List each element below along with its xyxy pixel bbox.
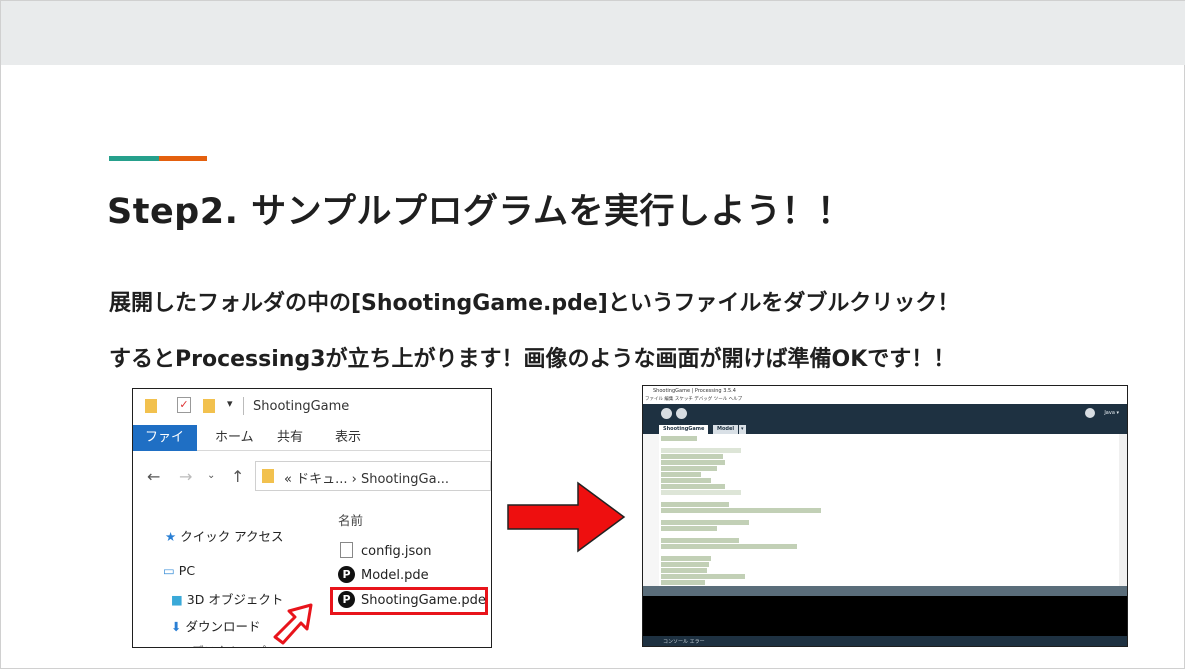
- line-gutter: [643, 434, 659, 586]
- code-line: [661, 466, 717, 471]
- address-bar[interactable]: « ドキュ... › ShootingGa...: [255, 461, 491, 491]
- slide-title: Step2. サンプルプログラムを実行しよう！！: [107, 192, 853, 232]
- code-line: [661, 478, 711, 483]
- sidebar-item-cutoff: デスクトップ: [191, 641, 266, 647]
- code-line: [661, 562, 709, 567]
- sidebar-item-3d-objects[interactable]: ■ 3D オブジェクト: [171, 589, 283, 608]
- processing-menubar: ファイル 編集 スケッチ デバッグ ツール ヘルプ: [643, 396, 1127, 404]
- column-header-name[interactable]: 名前: [338, 510, 363, 529]
- address-path: « ドキュ... › ShootingGa...: [284, 472, 449, 487]
- star-icon: ★: [165, 529, 177, 544]
- processing-tabs: ShootingGame Model ▾: [643, 424, 1127, 434]
- processing-titlebar: ShootingGame | Processing 3.5.4: [643, 386, 1127, 396]
- code-line: [661, 454, 723, 459]
- console-area: [643, 596, 1127, 636]
- pc-icon: ▭: [163, 563, 175, 578]
- recent-dropdown-icon[interactable]: ⌄: [207, 470, 215, 481]
- tab-file[interactable]: ファイル: [133, 425, 197, 471]
- editor-scrollbar[interactable]: [1119, 434, 1127, 586]
- tab-home[interactable]: ホーム: [205, 425, 264, 451]
- console-error-tabs[interactable]: コンソール エラー: [663, 639, 705, 645]
- file-model-pde[interactable]: Model.pde: [361, 568, 429, 583]
- properties-icon: ✓: [177, 397, 191, 413]
- mode-selector[interactable]: Java ▾: [1104, 410, 1119, 416]
- address-folder-icon: [262, 469, 274, 483]
- run-button[interactable]: [661, 408, 672, 419]
- ribbon-tabs: ファイル ホーム 共有 表示: [133, 425, 491, 471]
- sidebar-item-quick-access[interactable]: ★ クイック アクセス: [165, 526, 284, 545]
- sidebar-label: クイック アクセス: [180, 529, 284, 544]
- file-config-json[interactable]: config.json: [361, 544, 432, 559]
- sidebar-label: 3D オブジェクト: [186, 592, 284, 607]
- forward-arrow-icon[interactable]: →: [179, 467, 192, 486]
- tab-share[interactable]: 共有: [267, 425, 313, 451]
- debug-icon[interactable]: [1085, 408, 1095, 418]
- tab-model[interactable]: Model: [713, 425, 739, 434]
- code-line: [661, 484, 725, 489]
- code-line: [661, 436, 697, 441]
- code-line: [661, 538, 739, 543]
- sidebar-label: ダウンロード: [185, 619, 261, 634]
- pointer-arrow-icon: [273, 603, 313, 645]
- code-line: [661, 460, 725, 465]
- code-line: [661, 544, 797, 549]
- instruction-line-2: するとProcessing3が立ち上がります！画像のような画面が開けば準備OKで…: [109, 347, 956, 372]
- tab-menu-arrow-icon[interactable]: ▾: [739, 425, 746, 434]
- explorer-screenshot: ✓ ▾ ShootingGame ファイル ホーム 共有 表示 ← → ⌄ ↑ …: [132, 388, 492, 648]
- up-arrow-icon[interactable]: ↑: [231, 467, 244, 486]
- sidebar-item-downloads[interactable]: ⬇ ダウンロード: [171, 616, 260, 635]
- new-folder-icon: [203, 399, 215, 413]
- stop-button[interactable]: [676, 408, 687, 419]
- code-line: [661, 502, 729, 507]
- sidebar-item-pc[interactable]: ▭ PC: [163, 563, 195, 578]
- folder-icon: [145, 399, 157, 413]
- right-arrow-icon: [507, 481, 626, 553]
- sidebar-label: PC: [178, 563, 196, 578]
- titlebar-separator: [243, 397, 244, 415]
- code-line: [661, 520, 749, 525]
- status-bar: [643, 586, 1127, 596]
- processing-file-icon: P: [338, 591, 355, 608]
- code-line: [661, 526, 717, 531]
- code-line: [661, 448, 741, 453]
- processing-toolbar: Java ▾: [643, 404, 1127, 424]
- address-bar-row: ← → ⌄ ↑ « ドキュ... › ShootingGa...: [133, 451, 491, 501]
- code-line: [661, 568, 707, 573]
- code-line: [661, 574, 745, 579]
- code-editor[interactable]: [643, 434, 1119, 586]
- quick-access-dropdown-icon: ▾: [227, 397, 233, 410]
- download-arrow-icon: ⬇: [171, 619, 182, 634]
- accent-bar-orange: [159, 156, 207, 161]
- code-line: [661, 556, 711, 561]
- back-arrow-icon[interactable]: ←: [147, 467, 160, 486]
- tab-shootinggame[interactable]: ShootingGame: [659, 425, 709, 434]
- code-line: [661, 472, 701, 477]
- explorer-titlebar: ✓ ▾ ShootingGame: [133, 389, 491, 425]
- file-shootinggame-pde[interactable]: ShootingGame.pde: [361, 593, 486, 608]
- code-line: [661, 580, 705, 585]
- processing-file-icon: P: [338, 566, 355, 583]
- accent-bar-teal: [109, 156, 159, 161]
- code-line: [661, 508, 821, 513]
- code-line: [661, 490, 741, 495]
- processing-screenshot: ShootingGame | Processing 3.5.4 ファイル 編集 …: [642, 385, 1128, 647]
- file-icon: [340, 542, 353, 558]
- tab-view[interactable]: 表示: [325, 425, 371, 451]
- slide: Step2. サンプルプログラムを実行しよう！！ 展開したフォルダの中の[Sho…: [0, 0, 1185, 669]
- instruction-line-1: 展開したフォルダの中の[ShootingGame.pde]というファイルをダブル…: [109, 291, 960, 316]
- cube-icon: ■: [171, 592, 183, 607]
- console-tabs: コンソール エラー: [643, 636, 1127, 646]
- window-title: ShootingGame: [253, 399, 350, 414]
- header-band: [1, 1, 1185, 65]
